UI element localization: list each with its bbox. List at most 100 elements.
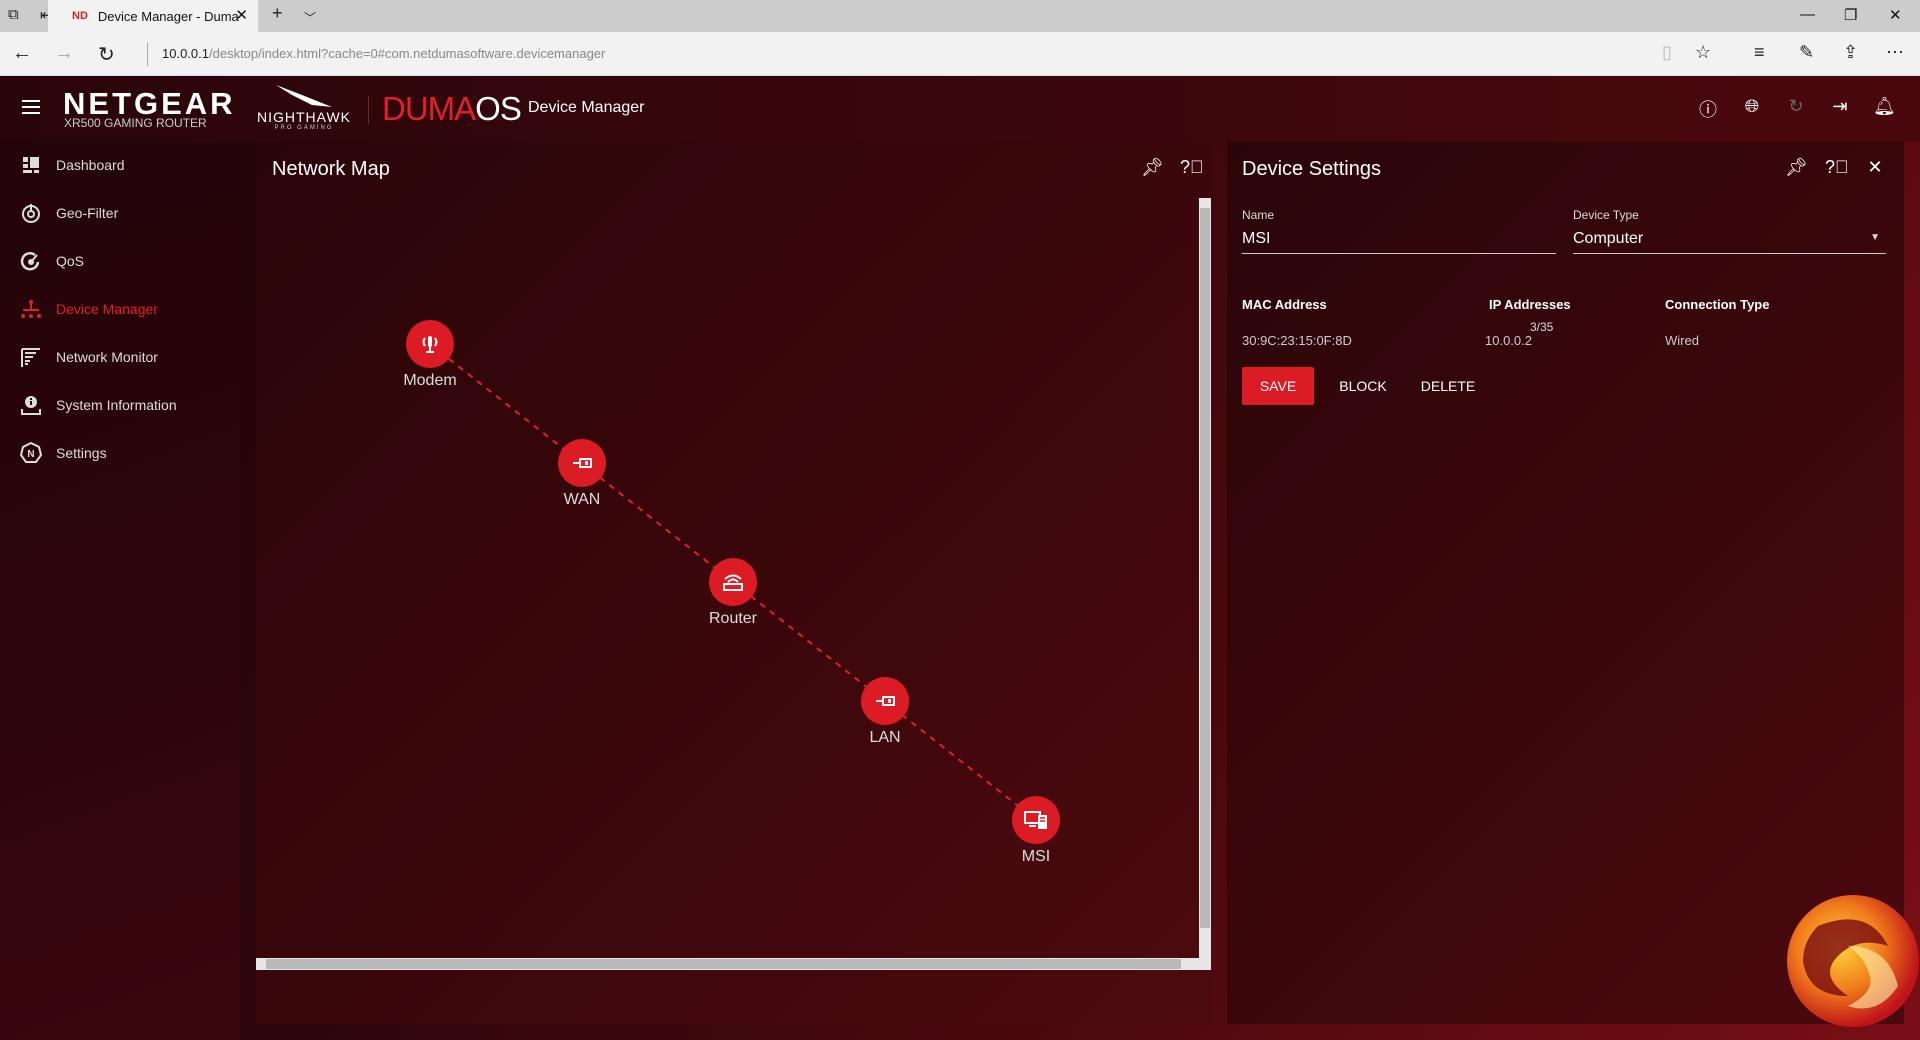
node-wan[interactable] [558,439,606,487]
node-label: LAN [869,729,901,746]
help-icon[interactable]: ?⃝ [1180,157,1204,179]
save-button[interactable]: SAVE [1242,367,1314,405]
router-icon [723,574,743,591]
logout-icon[interactable]: ⇥ [1829,96,1851,118]
block-button[interactable]: BLOCK [1327,367,1399,405]
device-type-value: Computer [1573,230,1644,247]
help-icon[interactable]: ?⃝ [1825,157,1849,179]
bell-icon[interactable]: 🔔︎ [1873,96,1896,118]
network-map-panel: Network Map 📌︎ ?⃝ Modem WAN Router LAN M… [256,142,1211,1024]
sidebar-item-geo-filter[interactable]: Geo-Filter [20,198,118,228]
sidebar-item-settings[interactable]: N Settings [20,438,107,468]
browser-tab[interactable]: ND Device Manager - Duma ✕ [48,0,258,32]
close-icon[interactable]: ✕ [1864,157,1886,179]
sidebar-item-label: QoS [56,253,85,269]
favorite-star-icon[interactable]: ☆ [1695,42,1711,63]
system-info-icon [21,396,41,415]
watermark-logo [1787,895,1919,1027]
app-header: NETGEAR XR500 GAMING ROUTER NIGHTHAWK PR… [0,76,1920,142]
sidebar-item-label: Dashboard [56,157,125,173]
node-modem[interactable] [406,320,454,368]
page-title: Device Manager [528,99,645,116]
computer-icon [1024,811,1047,829]
more-icon[interactable]: ⋯ [1886,42,1904,63]
divider [368,96,369,124]
back-icon[interactable]: ← [12,42,32,65]
dumaos-logo: DUMAOS [382,90,522,128]
os-text: OS [475,90,522,127]
tab-list-icon[interactable]: ⧉ [8,6,19,23]
mac-address-value: 30:9C:23:15:0F:8D [1242,333,1352,348]
node-label: Router [708,610,758,627]
sidebar-item-qos[interactable]: QoS [20,246,84,276]
panel-title: Network Map [272,158,390,180]
device-type-label: Device Type [1573,208,1639,222]
hawk-icon [276,85,332,107]
new-tab-icon[interactable]: + [272,3,283,24]
node-router[interactable] [709,558,757,606]
reading-view-icon[interactable]: ▯ [1662,42,1672,63]
web-note-icon[interactable]: ✎ [1799,42,1814,63]
dropdown-arrow-icon: ▼ [1870,232,1880,243]
menu-icon[interactable] [22,100,40,114]
router-model: XR500 GAMING ROUTER [64,116,207,130]
pin-icon[interactable]: 📌︎ [1141,157,1164,179]
url-host: 10.0.0.1 [162,46,209,61]
close-window-icon[interactable]: ✕ [1889,6,1902,24]
address-bar-row: ← → ↻ 10.0.0.1/desktop/index.html?cache=… [0,32,1920,76]
refresh-icon[interactable]: ↻ [98,42,115,67]
scroll-thumb[interactable] [266,959,1181,969]
node-label: WAN [563,491,601,508]
sidebar-item-device-manager[interactable]: Device Manager [20,294,158,324]
minimize-icon[interactable]: — [1800,6,1815,23]
qos-icon [20,252,40,271]
node-label: Modem [403,372,457,389]
name-label: Name [1242,208,1275,222]
network-map-canvas[interactable]: Modem WAN Router LAN MSI [256,198,1199,958]
info-icon[interactable]: ⓘ [1697,96,1719,120]
node-lan[interactable] [861,677,909,725]
modem-icon [422,336,438,353]
geo-filter-icon [22,204,40,223]
device-type-select[interactable]: Computer ▼ [1573,226,1886,254]
sidebar-item-label: System Information [56,397,177,413]
mac-address-header: MAC Address [1242,297,1327,312]
sidebar-item-label: Network Monitor [56,349,158,365]
reboot-icon[interactable]: ↻ [1785,96,1807,118]
network-monitor-icon [21,348,40,367]
hub-icon[interactable]: ≡ [1754,42,1765,63]
name-char-counter: 3/35 [1530,320,1554,334]
forward-icon[interactable]: → [54,42,74,65]
pro-gaming-text: PRO GAMING [274,125,334,131]
settings-icon: N [20,442,42,463]
sidebar: Dashboard Geo-Filter QoS Device Manager … [0,142,240,1040]
restore-icon[interactable]: ❐ [1844,6,1857,24]
sidebar-item-dashboard[interactable]: Dashboard [20,150,125,180]
connection-type-value: Wired [1665,333,1699,348]
scroll-thumb[interactable] [1200,208,1210,928]
sidebar-item-system-information[interactable]: System Information [20,390,177,420]
url-field[interactable]: 10.0.0.1/desktop/index.html?cache=0#com.… [162,46,605,61]
svg-text:N: N [27,449,34,460]
pin-icon[interactable]: 📌︎ [1785,157,1808,179]
device-manager-icon [21,300,41,318]
chevron-down-icon[interactable]: ﹀ [304,9,316,26]
share-icon[interactable]: ⇪ [1843,42,1858,63]
favicon: ND [72,10,88,22]
node-label: MSI [1021,848,1051,865]
sidebar-item-label: Device Manager [56,301,158,317]
ip-address-value: 10.0.0.2 [1485,333,1532,348]
name-input[interactable]: MSI [1242,226,1556,254]
vertical-scrollbar[interactable] [1199,198,1211,958]
sidebar-item-network-monitor[interactable]: Network Monitor [20,342,158,372]
nighthawk-logo: NIGHTHAWK PRO GAMING [256,83,352,139]
horizontal-scrollbar[interactable] [256,958,1211,970]
node-msi[interactable] [1012,796,1060,844]
tab-title: Device Manager - Duma [97,8,239,24]
duma-text: DUMA [382,90,476,127]
delete-button[interactable]: DELETE [1410,367,1486,405]
connection-type-header: Connection Type [1665,297,1770,312]
sidebar-item-label: Geo-Filter [56,205,119,221]
globe-icon[interactable]: 🌐︎ [1741,96,1763,118]
close-tab-icon[interactable]: ✕ [235,6,248,24]
